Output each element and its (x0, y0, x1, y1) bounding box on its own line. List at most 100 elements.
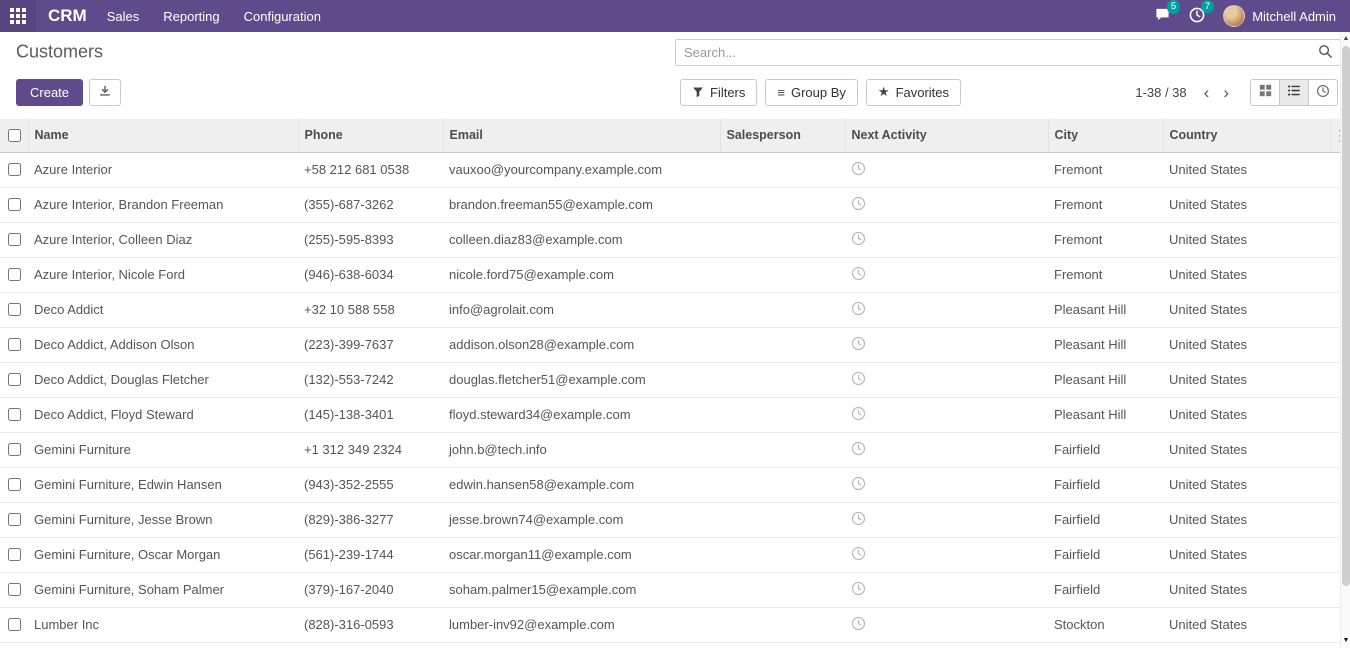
row-select-cell[interactable] (0, 292, 28, 327)
pager-next-button[interactable]: › (1216, 82, 1236, 103)
messages-button[interactable]: 5 (1154, 7, 1171, 25)
table-row[interactable]: Lumber Inc (828)-316-0593 lumber-inv92@e… (0, 607, 1350, 642)
create-button[interactable]: Create (16, 79, 83, 106)
activity-clock-icon[interactable] (851, 406, 866, 421)
activity-clock-icon[interactable] (851, 266, 866, 281)
row-select-cell[interactable] (0, 362, 28, 397)
table-row[interactable]: Gemini Furniture +1 312 349 2324 john.b@… (0, 432, 1350, 467)
column-header-phone[interactable]: Phone (298, 119, 443, 152)
row-checkbox[interactable] (8, 233, 21, 246)
column-header-next-activity[interactable]: Next Activity (845, 119, 1048, 152)
activity-clock-icon[interactable] (851, 301, 866, 316)
row-select-cell[interactable] (0, 607, 28, 642)
app-name[interactable]: CRM (48, 6, 87, 26)
search-box (675, 39, 1341, 66)
table-row[interactable]: Deco Addict, Floyd Steward (145)-138-340… (0, 397, 1350, 432)
cell-country: United States (1163, 327, 1330, 362)
activity-clock-icon[interactable] (851, 231, 866, 246)
row-select-cell[interactable] (0, 397, 28, 432)
column-header-name[interactable]: Name (28, 119, 298, 152)
row-checkbox[interactable] (8, 618, 21, 631)
table-row[interactable]: Gemini Furniture, Soham Palmer (379)-167… (0, 572, 1350, 607)
column-header-city[interactable]: City (1048, 119, 1163, 152)
favorites-button[interactable]: ★ Favorites (866, 79, 961, 106)
activity-clock-icon[interactable] (851, 546, 866, 561)
group-by-button[interactable]: ≡ Group By (765, 79, 858, 106)
activity-clock-icon[interactable] (851, 196, 866, 211)
top-menu-item[interactable]: Sales (107, 9, 140, 24)
select-all-checkbox[interactable] (8, 129, 21, 142)
row-checkbox[interactable] (8, 373, 21, 386)
cell-email: soham.palmer15@example.com (443, 572, 720, 607)
vertical-scrollbar: ▲ ▼ (1340, 32, 1350, 648)
row-select-cell[interactable] (0, 572, 28, 607)
export-button[interactable] (89, 79, 121, 106)
scroll-down-button[interactable]: ▼ (1341, 636, 1350, 646)
pager-range: 1-38 / 38 (1135, 85, 1186, 100)
table-row[interactable]: Deco Addict +32 10 588 558 info@agrolait… (0, 292, 1350, 327)
user-menu[interactable]: Mitchell Admin (1223, 5, 1336, 27)
table-row[interactable]: Deco Addict, Douglas Fletcher (132)-553-… (0, 362, 1350, 397)
search-input[interactable] (676, 45, 1310, 60)
apps-menu-button[interactable] (0, 0, 36, 32)
activity-clock-icon[interactable] (851, 161, 866, 176)
row-checkbox[interactable] (8, 163, 21, 176)
row-select-cell[interactable] (0, 432, 28, 467)
table-row[interactable]: Gemini Furniture, Edwin Hansen (943)-352… (0, 467, 1350, 502)
row-checkbox[interactable] (8, 408, 21, 421)
row-checkbox[interactable] (8, 583, 21, 596)
row-checkbox[interactable] (8, 443, 21, 456)
top-menu-item[interactable]: Reporting (163, 9, 219, 24)
cell-salesperson (720, 257, 845, 292)
view-list-button[interactable] (1279, 79, 1309, 106)
select-all-cell[interactable] (0, 119, 28, 152)
user-name: Mitchell Admin (1252, 9, 1336, 24)
pager-prev-button[interactable]: ‹ (1197, 82, 1217, 103)
row-checkbox[interactable] (8, 513, 21, 526)
row-select-cell[interactable] (0, 257, 28, 292)
cell-city: Fairfield (1048, 467, 1163, 502)
activities-button[interactable]: 7 (1189, 7, 1205, 26)
activity-clock-icon[interactable] (851, 336, 866, 351)
activity-clock-icon[interactable] (851, 511, 866, 526)
row-checkbox[interactable] (8, 548, 21, 561)
view-activity-button[interactable] (1308, 79, 1338, 106)
column-header-country[interactable]: Country (1163, 119, 1330, 152)
row-select-cell[interactable] (0, 467, 28, 502)
table-row[interactable]: Azure Interior, Nicole Ford (946)-638-60… (0, 257, 1350, 292)
top-menu-item[interactable]: Configuration (244, 9, 321, 24)
scrollbar-thumb[interactable] (1342, 46, 1350, 586)
table-row[interactable]: Gemini Furniture, Oscar Morgan (561)-239… (0, 537, 1350, 572)
column-header-salesperson[interactable]: Salesperson (720, 119, 845, 152)
row-select-cell[interactable] (0, 187, 28, 222)
activity-clock-icon[interactable] (851, 441, 866, 456)
view-kanban-button[interactable] (1250, 79, 1280, 106)
row-checkbox[interactable] (8, 478, 21, 491)
row-select-cell[interactable] (0, 502, 28, 537)
search-button[interactable] (1310, 40, 1340, 65)
activity-clock-icon[interactable] (851, 476, 866, 491)
activity-clock-icon[interactable] (851, 581, 866, 596)
row-checkbox[interactable] (8, 303, 21, 316)
activity-clock-icon[interactable] (851, 616, 866, 631)
row-checkbox[interactable] (8, 198, 21, 211)
table-row[interactable]: Deco Addict, Addison Olson (223)-399-763… (0, 327, 1350, 362)
cell-country: United States (1163, 257, 1330, 292)
table-row[interactable]: Azure Interior, Colleen Diaz (255)-595-8… (0, 222, 1350, 257)
table-row[interactable]: Azure Interior +58 212 681 0538 vauxoo@y… (0, 152, 1350, 187)
cell-country: United States (1163, 362, 1330, 397)
cell-name: Azure Interior, Colleen Diaz (28, 222, 298, 257)
row-select-cell[interactable] (0, 537, 28, 572)
row-checkbox[interactable] (8, 338, 21, 351)
column-header-email[interactable]: Email (443, 119, 720, 152)
row-select-cell[interactable] (0, 327, 28, 362)
table-row[interactable]: Gemini Furniture, Jesse Brown (829)-386-… (0, 502, 1350, 537)
row-checkbox[interactable] (8, 268, 21, 281)
scroll-up-button[interactable]: ▲ (1341, 34, 1350, 44)
row-select-cell[interactable] (0, 152, 28, 187)
table-row[interactable]: Azure Interior, Brandon Freeman (355)-68… (0, 187, 1350, 222)
cell-country: United States (1163, 537, 1330, 572)
filters-button[interactable]: Filters (680, 79, 757, 106)
activity-clock-icon[interactable] (851, 371, 866, 386)
row-select-cell[interactable] (0, 222, 28, 257)
